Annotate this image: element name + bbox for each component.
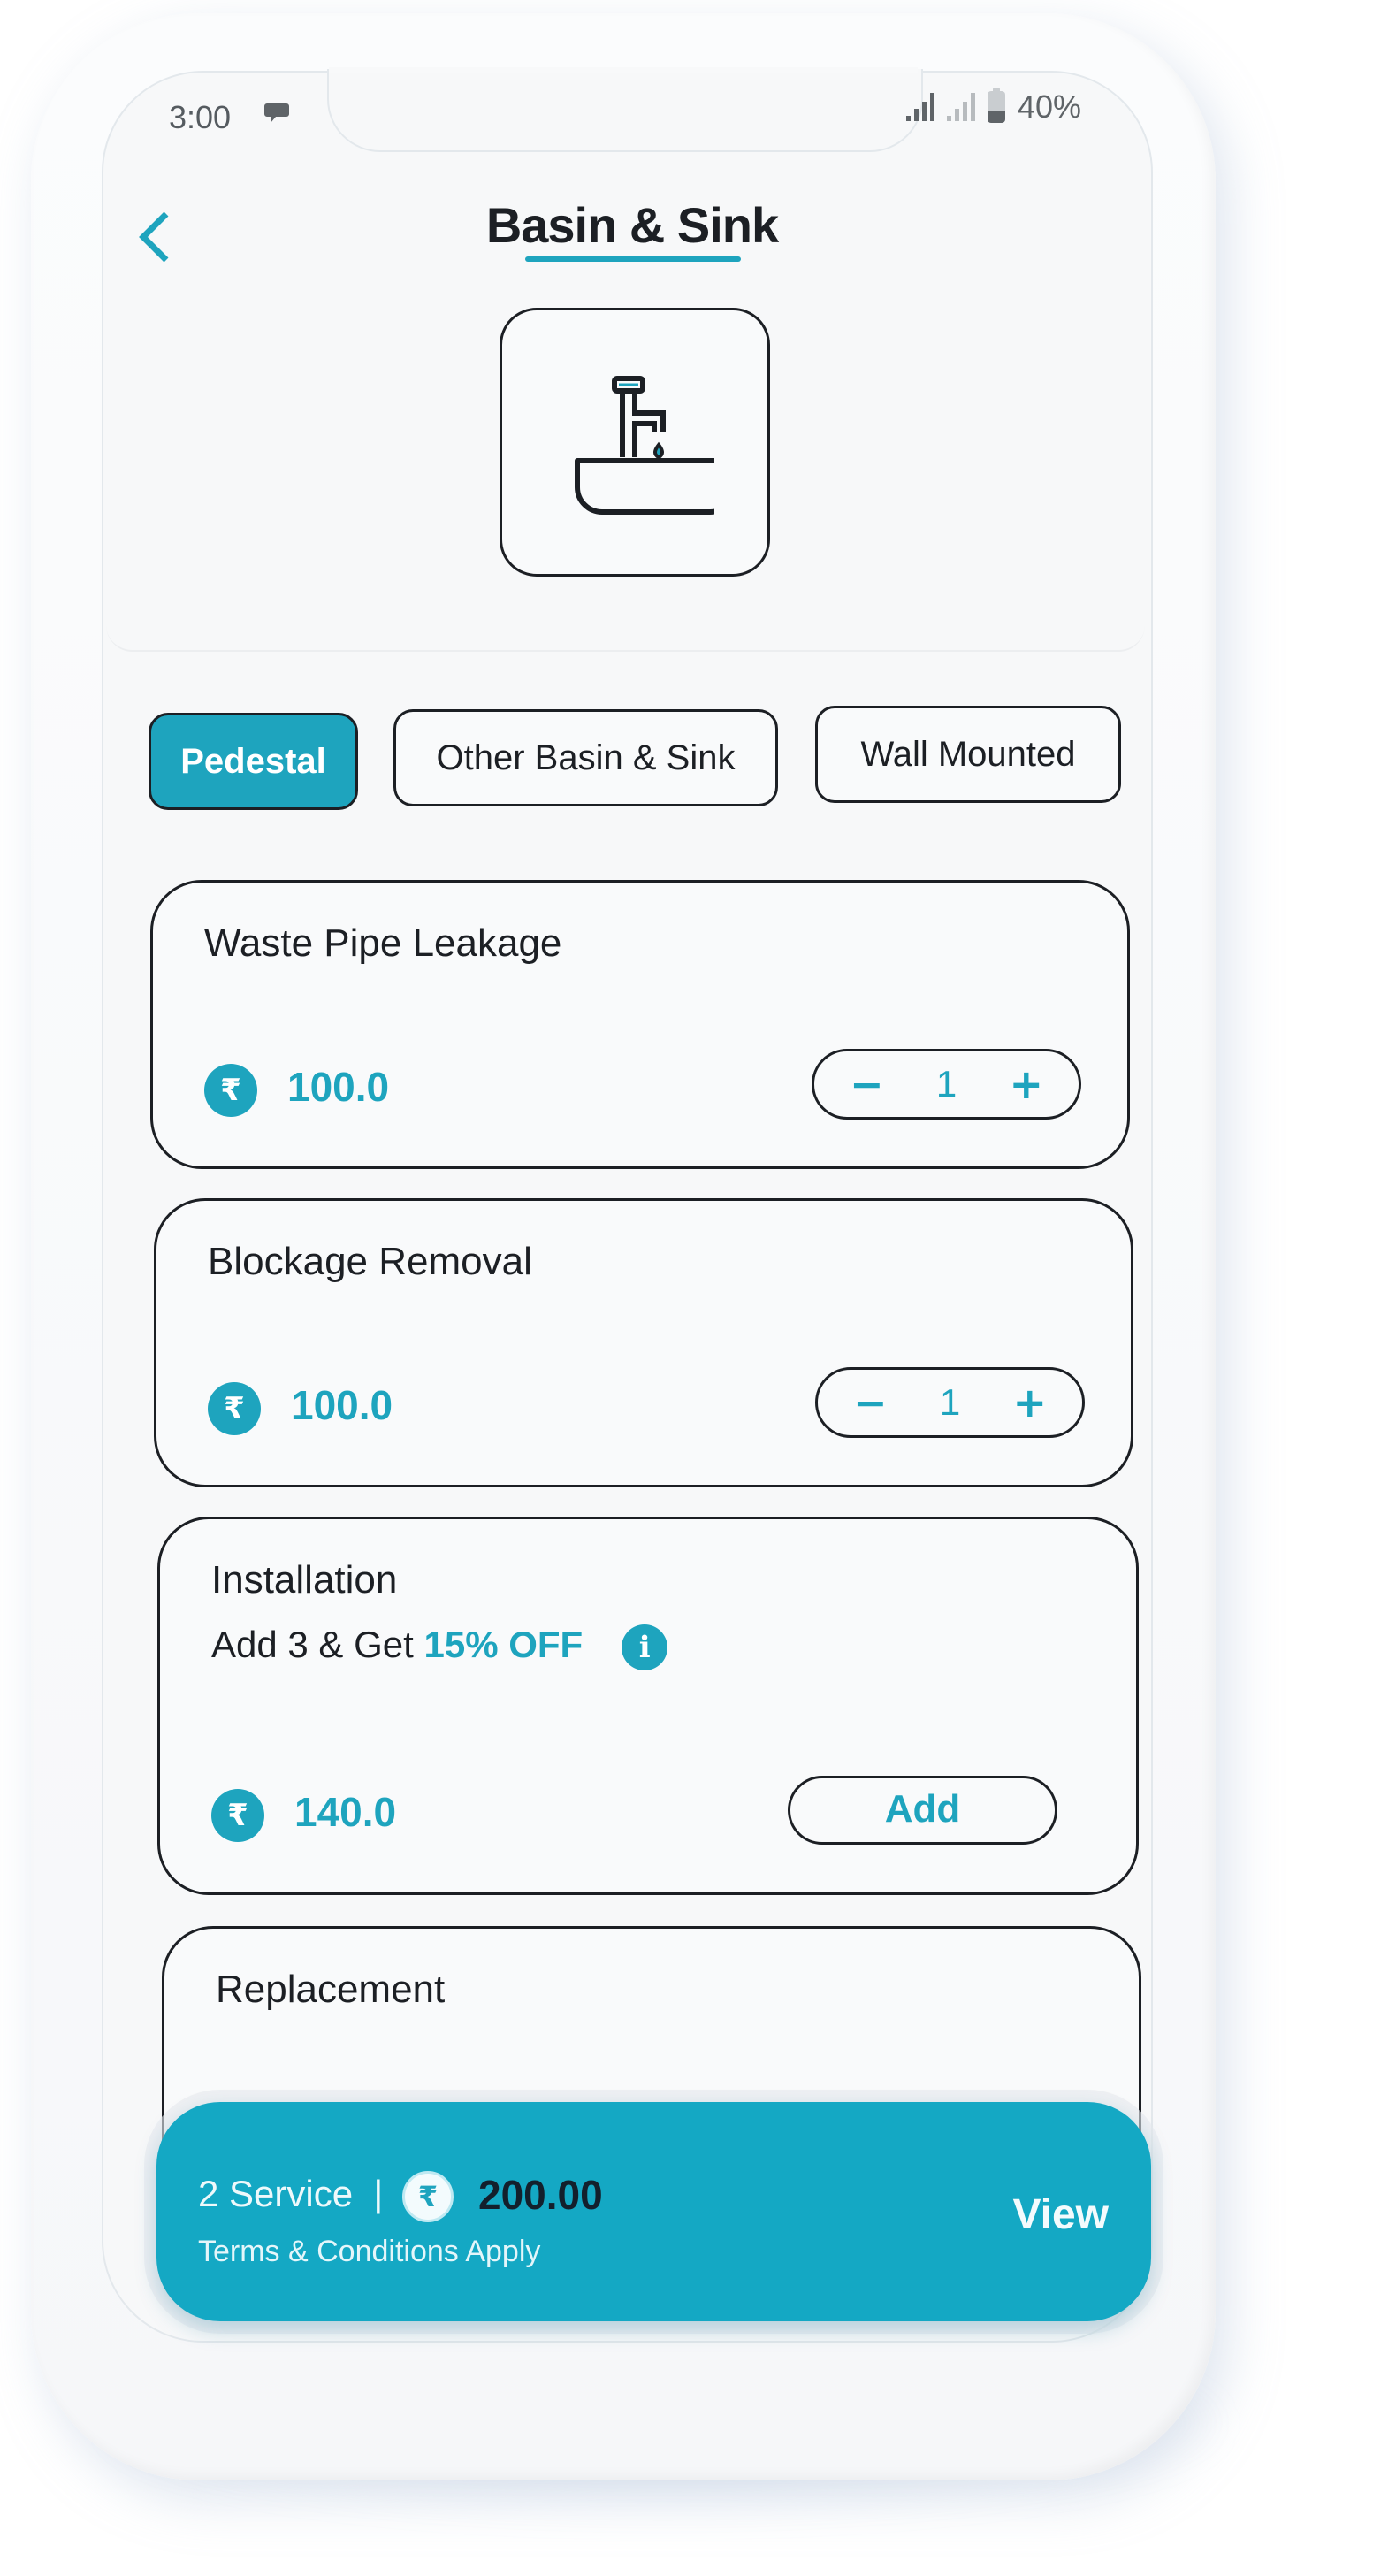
page-title: Basin & Sink bbox=[485, 197, 779, 253]
offer-text: Add 3 & Get 15% OFF i bbox=[211, 1624, 668, 1670]
rupee-icon: ₹ bbox=[402, 2171, 454, 2222]
service-card-waste-pipe-leakage: Waste Pipe Leakage ₹ 100.0 − 1 + bbox=[150, 880, 1130, 1169]
increment-button[interactable]: + bbox=[1012, 1379, 1047, 1426]
service-card-installation: Installation Add 3 & Get 15% OFF i ₹ 140.… bbox=[157, 1517, 1139, 1895]
cart-service-count: 2 Service | bbox=[198, 2173, 384, 2214]
battery-level bbox=[988, 110, 1005, 123]
quantity-value: 1 bbox=[935, 1063, 957, 1105]
offer-highlight: 15% OFF bbox=[423, 1624, 584, 1665]
cart-summary-bar[interactable]: 2 Service | ₹ 200.00 Terms & Conditions … bbox=[156, 2102, 1151, 2321]
quantity-value: 1 bbox=[939, 1381, 961, 1423]
status-indicators: 40% bbox=[906, 88, 1081, 126]
battery-icon bbox=[988, 88, 1005, 123]
offer-prefix: Add 3 & Get bbox=[211, 1624, 424, 1665]
increment-button[interactable]: + bbox=[1009, 1060, 1043, 1108]
service-title: Blockage Removal bbox=[208, 1240, 532, 1283]
decrement-button[interactable]: − bbox=[850, 1060, 884, 1108]
service-price: 100.0 bbox=[291, 1382, 393, 1428]
service-price: 140.0 bbox=[294, 1789, 397, 1835]
tab-other-basin-sink[interactable]: Other Basin & Sink bbox=[393, 709, 778, 806]
battery-percent: 40% bbox=[1018, 88, 1082, 125]
service-card-blockage-removal: Blockage Removal ₹ 100.0 − 1 + bbox=[154, 1198, 1133, 1487]
view-cart-button[interactable]: View bbox=[1012, 2190, 1109, 2239]
rupee-icon: ₹ bbox=[204, 1064, 257, 1117]
service-price: 100.0 bbox=[287, 1064, 390, 1110]
tab-wall-mounted[interactable]: Wall Mounted bbox=[815, 706, 1121, 803]
signal-weak-icon bbox=[947, 93, 975, 121]
camera-notch bbox=[327, 69, 923, 152]
rupee-icon: ₹ bbox=[208, 1382, 261, 1435]
quantity-stepper: − 1 + bbox=[812, 1049, 1081, 1120]
category-icon-box bbox=[500, 308, 770, 577]
status-time: 3:00 bbox=[169, 99, 232, 135]
service-title: Installation bbox=[211, 1558, 398, 1601]
cart-total: 200.00 bbox=[478, 2172, 603, 2218]
title-underline bbox=[525, 256, 741, 262]
quantity-stepper: − 1 + bbox=[815, 1367, 1085, 1438]
add-button[interactable]: Add bbox=[788, 1776, 1057, 1845]
service-title: Replacement bbox=[216, 1968, 446, 2011]
rupee-icon: ₹ bbox=[211, 1789, 264, 1842]
service-title: Waste Pipe Leakage bbox=[204, 921, 562, 965]
message-icon bbox=[264, 103, 289, 123]
tab-pedestal[interactable]: Pedestal bbox=[149, 713, 358, 810]
info-icon[interactable]: i bbox=[622, 1624, 668, 1670]
signal-strong-icon bbox=[906, 93, 934, 121]
wash-basin-icon bbox=[575, 376, 714, 515]
terms-text[interactable]: Terms & Conditions Apply bbox=[198, 2235, 540, 2269]
decrement-button[interactable]: − bbox=[853, 1379, 888, 1426]
chevron-left-icon[interactable] bbox=[134, 209, 173, 265]
